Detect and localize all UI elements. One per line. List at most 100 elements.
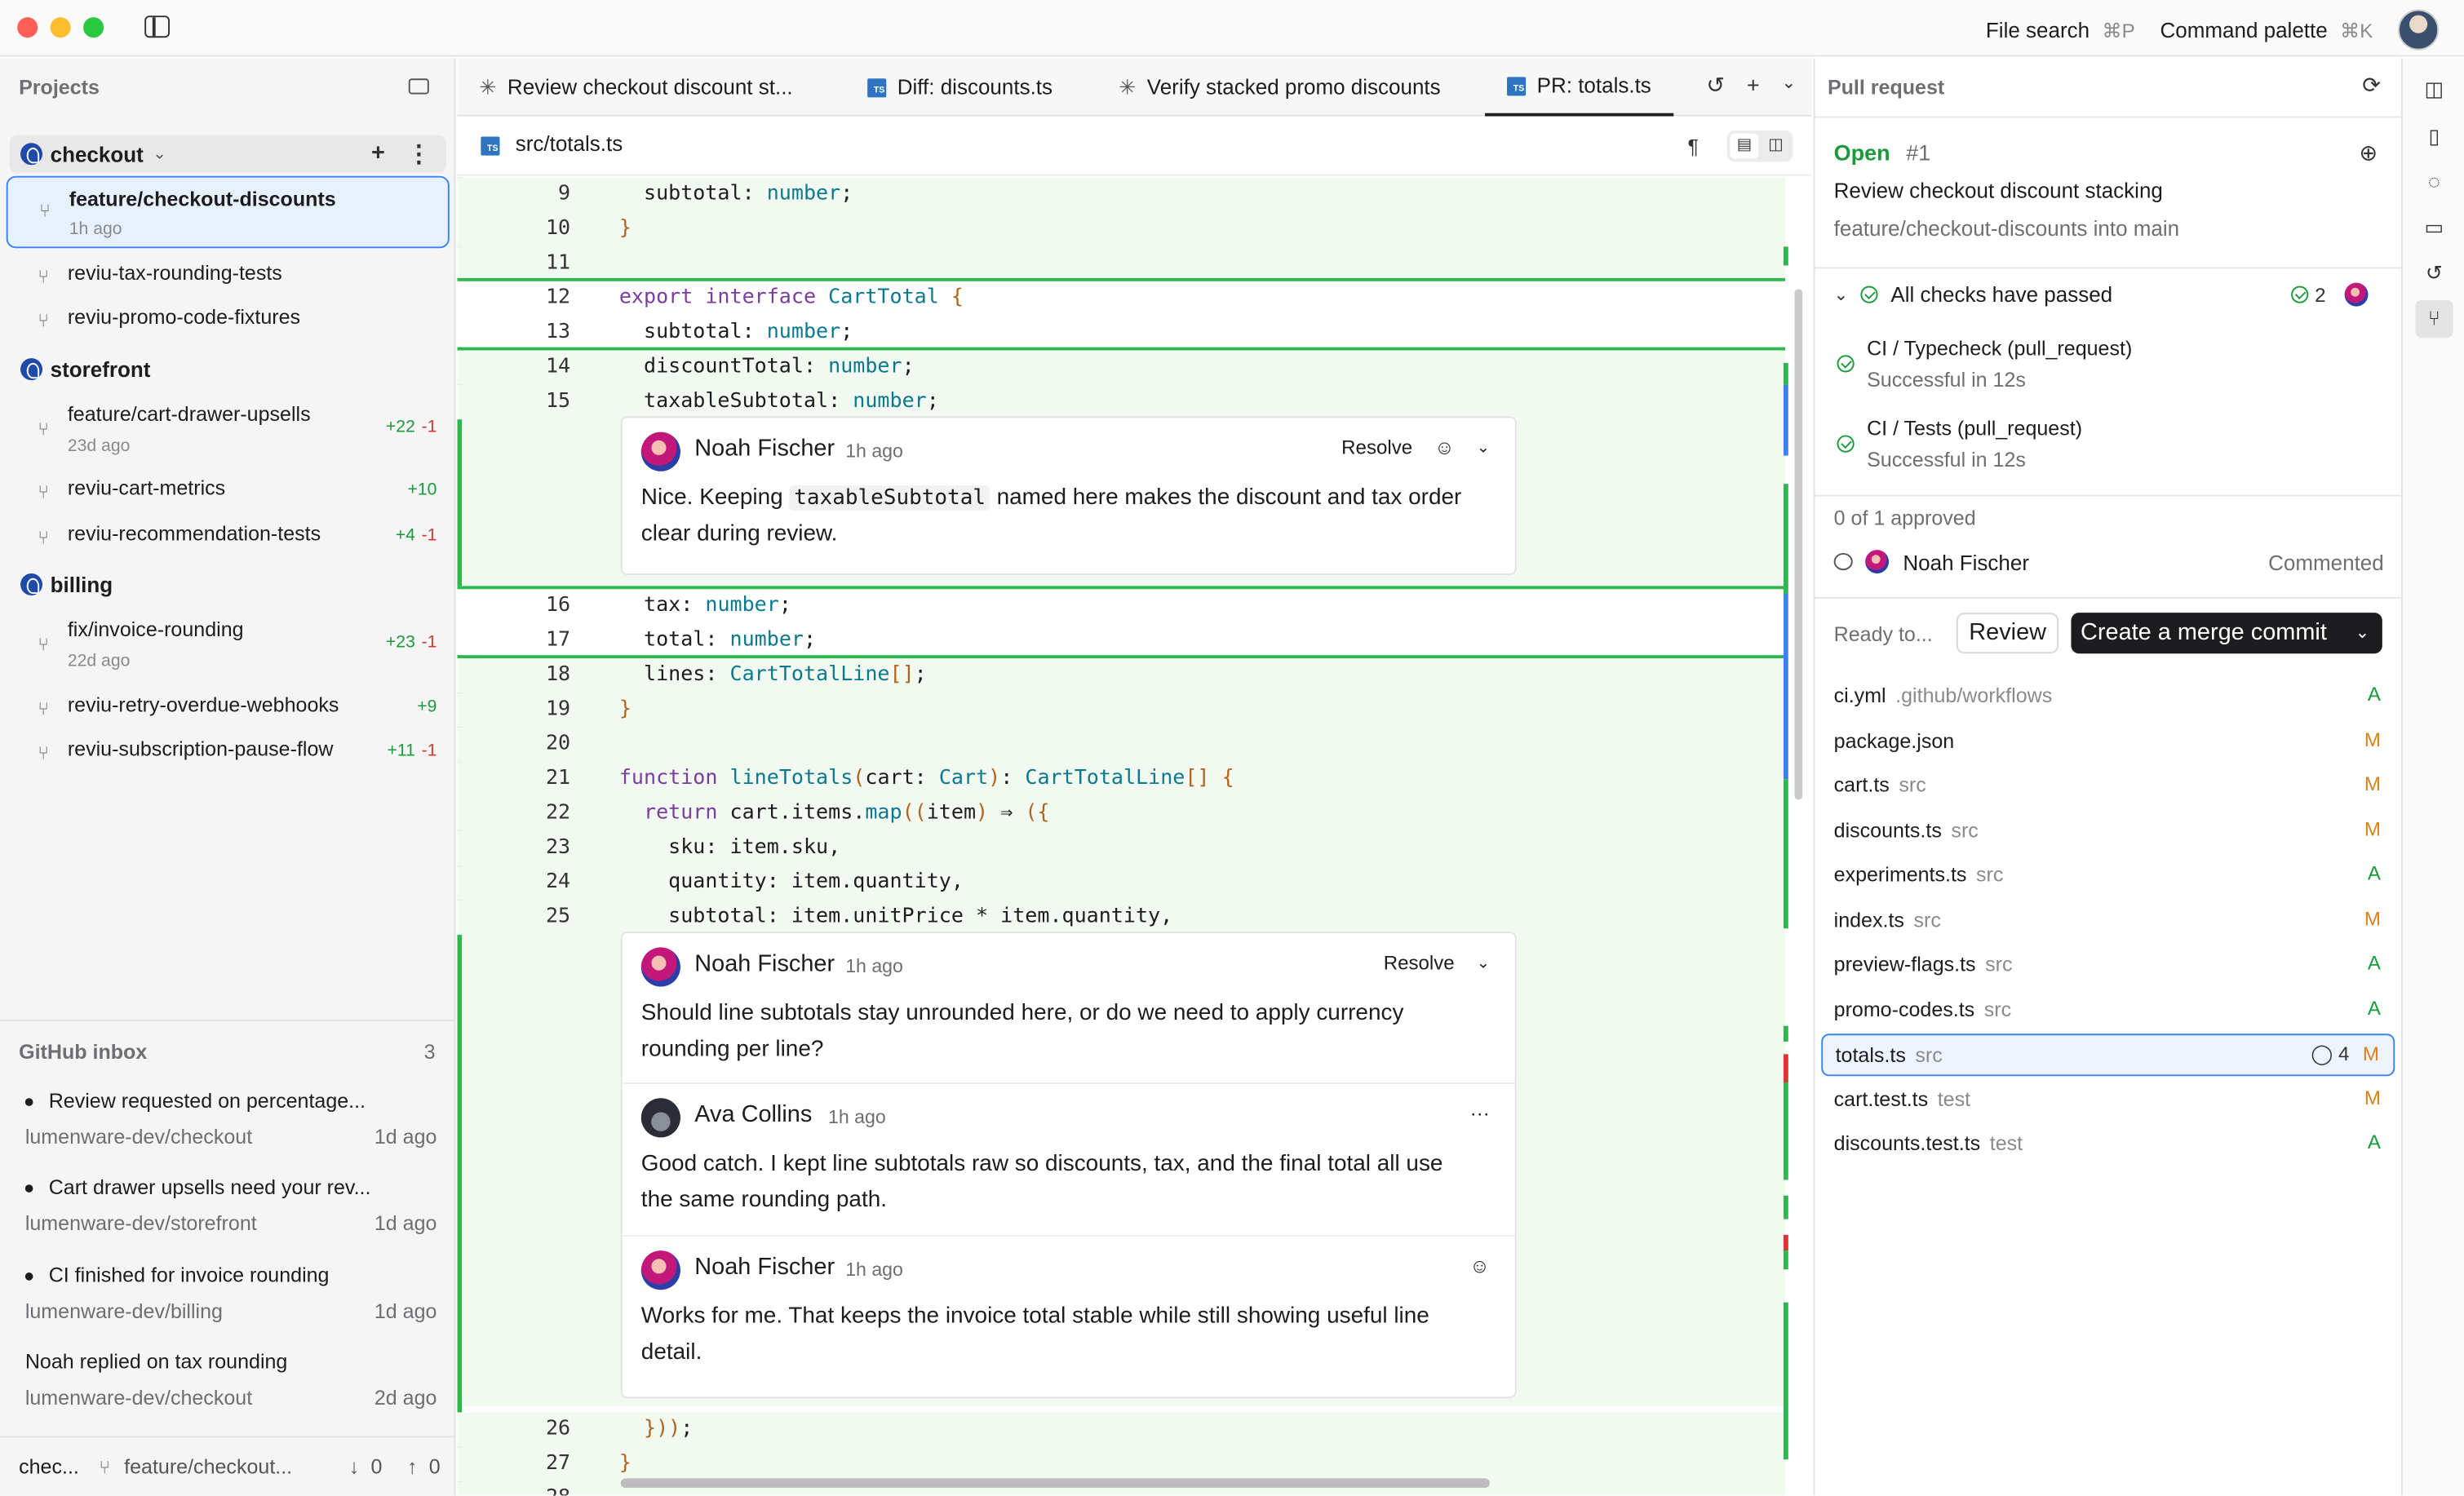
changed-file[interactable]: discounts.test.ts test A: [1821, 1123, 2395, 1166]
chat-icon[interactable]: ◌: [2420, 168, 2448, 197]
pull-count[interactable]: 0: [371, 1454, 383, 1478]
changed-file[interactable]: index.ts src M: [1821, 901, 2395, 943]
changed-file[interactable]: package.json M: [1821, 721, 2395, 763]
chevron-down-icon[interactable]: ⌄: [1834, 285, 1849, 305]
split-view-icon[interactable]: ◫: [1762, 134, 1790, 159]
chevron-down-icon[interactable]: ⌄: [2355, 613, 2370, 653]
code-line[interactable]: 15 taxableSubtotal: number;: [457, 384, 1785, 420]
history-icon[interactable]: ↺: [2420, 259, 2448, 288]
new-tab-icon[interactable]: +: [1747, 73, 1760, 100]
open-in-browser-icon[interactable]: ⊕: [2359, 139, 2378, 166]
inbox-item[interactable]: Noah replied on tax rounding lumenware-d…: [25, 1349, 437, 1415]
checks-summary[interactable]: ⌄ All checks have passed 2: [1834, 282, 2384, 307]
add-icon[interactable]: +: [371, 139, 385, 168]
close-window-button[interactable]: [17, 17, 38, 38]
user-avatar[interactable]: [2398, 9, 2440, 51]
changed-file[interactable]: cart.test.ts test M: [1821, 1079, 2395, 1122]
branch-item[interactable]: ⑂ reviu-tax-rounding-tests: [7, 261, 450, 295]
resolve-button[interactable]: Resolve: [1384, 952, 1455, 974]
changed-file[interactable]: promo-codes.ts src A: [1821, 989, 2395, 1032]
file-status: M: [2364, 772, 2381, 795]
code-line[interactable]: 19}: [457, 693, 1785, 728]
reaction-icon[interactable]: ☺: [1434, 436, 1455, 458]
panel-layout-icon[interactable]: ◫: [2420, 75, 2448, 104]
file-search-button[interactable]: File search: [1986, 18, 2090, 42]
changed-file[interactable]: cart.ts src M: [1821, 765, 2395, 808]
minimize-window-button[interactable]: [50, 17, 71, 38]
code-line[interactable]: 21 function lineTotals(cart: Cart): CartT…: [457, 762, 1785, 797]
check-item[interactable]: CI / Tests (pull_request) Successful in …: [1834, 416, 2384, 479]
tab-review-checkout[interactable]: ✳ Review checkout discount st...: [479, 58, 792, 116]
code-line[interactable]: 18 lines: CartTotalLine[];: [457, 657, 1785, 693]
code-line[interactable]: 16 tax: number;: [457, 589, 1784, 623]
branch-item[interactable]: ⑂ feature/cart-drawer-upsells 23d ago +2…: [7, 402, 450, 465]
file-status: A: [2367, 952, 2381, 975]
project-billing[interactable]: billing: [10, 565, 446, 603]
tab-diff-discounts[interactable]: TS Diff: discounts.ts: [867, 58, 1053, 116]
vertical-scrollbar[interactable]: [1794, 289, 1803, 800]
code-line[interactable]: 26 }));: [457, 1412, 1785, 1447]
reaction-icon[interactable]: ☺: [1469, 1255, 1490, 1277]
branch-item[interactable]: ⑂ reviu-promo-code-fixtures: [7, 305, 450, 339]
tab-pr-totals[interactable]: TS PR: totals.ts: [1485, 58, 1673, 117]
code-line[interactable]: 10}: [457, 212, 1785, 247]
branch-item[interactable]: ⑂ fix/invoice-rounding 22d ago +23 -1: [7, 617, 450, 680]
branch-item[interactable]: ⑂ reviu-recommendation-tests +4 -1: [7, 521, 450, 555]
checks-summary-text: All checks have passed: [1890, 282, 2113, 307]
check-name: CI / Tests (pull_request): [1867, 416, 2083, 440]
code-line[interactable]: 23 sku: item.sku,: [457, 830, 1785, 866]
changed-file[interactable]: discounts.ts src M: [1821, 811, 2395, 853]
code-line[interactable]: 24 quantity: item.quantity,: [457, 865, 1785, 901]
history-icon[interactable]: ↺: [1706, 73, 1725, 100]
footer-branch[interactable]: feature/checkout...: [124, 1454, 292, 1478]
footer-project[interactable]: chec...: [19, 1454, 79, 1478]
code-line[interactable]: 12 export interface CartTotal {: [457, 281, 1784, 316]
changed-file-selected[interactable]: totals.ts src ◯ 4M: [1821, 1033, 2395, 1077]
more-options-button[interactable]: ···: [1470, 1103, 1490, 1125]
horizontal-scrollbar[interactable]: [620, 1478, 1490, 1488]
code-line[interactable]: 25 subtotal: item.unitPrice * item.quant…: [457, 900, 1785, 935]
more-icon[interactable]: ⋮: [407, 139, 431, 168]
unified-view-icon[interactable]: ▤: [1730, 133, 1759, 159]
chevron-down-icon[interactable]: ⌄: [153, 145, 166, 162]
project-checkout[interactable]: checkout ⌄ + ⋮: [9, 135, 446, 173]
command-palette-button[interactable]: Command palette: [2160, 18, 2327, 42]
sidebar-toggle-icon[interactable]: [144, 15, 171, 38]
changed-file[interactable]: experiments.ts src A: [1821, 855, 2395, 897]
chevron-down-icon[interactable]: ⌄: [1477, 439, 1490, 456]
branch-item[interactable]: ⑂ reviu-subscription-pause-flow +11 -1: [7, 737, 450, 771]
whitespace-toggle-icon[interactable]: ¶: [1688, 135, 1699, 158]
review-button[interactable]: Review: [1956, 613, 2059, 654]
inbox-item[interactable]: CI finished for invoice rounding lumenwa…: [24, 1264, 437, 1330]
code-line[interactable]: 22 return cart.items.map((item) ⇒ ({: [457, 796, 1785, 831]
branch-item[interactable]: ⑂ feature/checkout-discounts 1h ago: [6, 175, 450, 249]
open-folder-icon[interactable]: [408, 78, 429, 95]
project-storefront[interactable]: storefront: [10, 350, 446, 387]
pull-request-icon[interactable]: ⑂: [2415, 299, 2453, 339]
code-line[interactable]: 27}: [457, 1446, 1785, 1482]
document-icon[interactable]: ▯: [2420, 122, 2448, 151]
inbox-item[interactable]: Review requested on percentage... lumenw…: [24, 1089, 437, 1155]
changed-file[interactable]: preview-flags.ts src A: [1821, 945, 2395, 987]
code-line[interactable]: 17 total: number;: [457, 624, 1784, 658]
chevron-down-icon[interactable]: ⌄: [1477, 954, 1490, 972]
unread-dot: [24, 1184, 33, 1193]
changed-file[interactable]: ci.yml .github/workflows A: [1821, 675, 2395, 718]
push-count[interactable]: 0: [429, 1454, 441, 1478]
check-item[interactable]: CI / Typecheck (pull_request) Successful…: [1834, 336, 2384, 399]
refresh-icon[interactable]: ⟳: [2362, 73, 2381, 100]
code-line[interactable]: 11: [457, 246, 1785, 281]
inbox-item[interactable]: Cart drawer upsells need your rev... lum…: [24, 1175, 437, 1242]
tab-verify-promo[interactable]: ✳ Verify stacked promo discounts: [1119, 58, 1440, 116]
code-line[interactable]: 13 subtotal: number;: [457, 316, 1784, 350]
code-line[interactable]: 20: [457, 727, 1785, 763]
merge-button[interactable]: Create a merge commit ⌄: [2071, 613, 2382, 654]
code-line[interactable]: 9 subtotal: number;: [457, 177, 1785, 213]
folder-icon[interactable]: ▭: [2420, 214, 2448, 242]
zoom-window-button[interactable]: [83, 17, 104, 38]
branch-item[interactable]: ⑂ reviu-retry-overdue-webhooks +9: [7, 693, 450, 727]
resolve-button[interactable]: Resolve: [1341, 436, 1412, 458]
code-line[interactable]: 14 discountTotal: number;: [457, 350, 1785, 385]
chevron-down-icon[interactable]: ⌄: [1782, 73, 1797, 100]
branch-item[interactable]: ⑂ reviu-cart-metrics +10: [7, 476, 450, 511]
